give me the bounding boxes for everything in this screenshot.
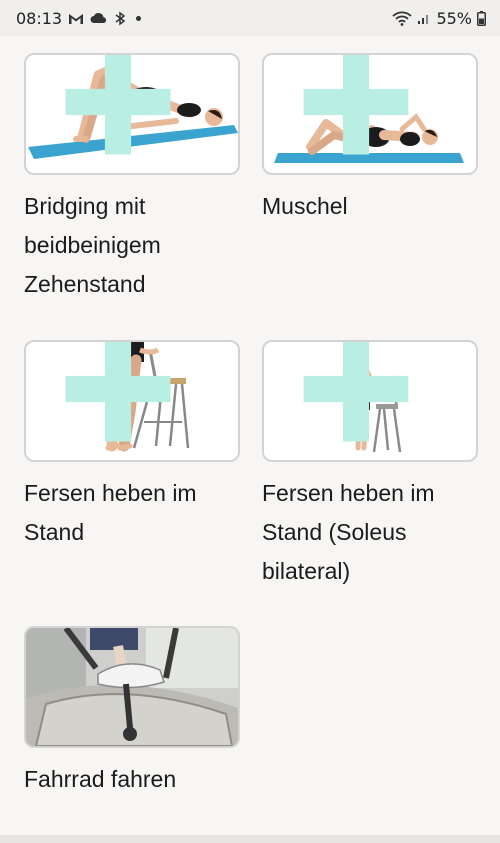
- exercise-card-bridging[interactable]: Bridging mit beidbeinigem Zehenstand: [24, 53, 240, 304]
- heel-raise-exercise-image[interactable]: [24, 340, 240, 462]
- bottom-edge: [0, 835, 500, 843]
- exercise-title[interactable]: Fersen heben im Stand: [24, 474, 254, 552]
- exercise-title[interactable]: Bridging mit beidbeinigem Zehenstand: [24, 187, 254, 304]
- add-plus-icon[interactable]: [24, 340, 224, 448]
- exercise-card-heel-raise-soleus[interactable]: Fersen heben im Stand (Soleus bilateral): [262, 340, 478, 591]
- add-plus-icon[interactable]: [24, 53, 224, 161]
- exercise-card-cycling[interactable]: Fahrrad fahren: [24, 626, 240, 799]
- clamshell-exercise-image[interactable]: [262, 53, 478, 175]
- exercise-card-muschel[interactable]: Muschel: [262, 53, 478, 226]
- exercise-title[interactable]: Fersen heben im Stand (Soleus bilateral): [262, 474, 492, 591]
- gmail-icon: [68, 12, 84, 25]
- cloud-icon: [90, 12, 108, 24]
- wifi-icon: [392, 11, 413, 26]
- notification-dot: [136, 15, 142, 21]
- signal-icon: [417, 11, 431, 25]
- exercise-title[interactable]: Fahrrad fahren: [24, 760, 254, 799]
- battery-icon: [477, 10, 486, 26]
- status-time: 08:13: [16, 8, 63, 28]
- add-plus-icon[interactable]: [262, 340, 462, 448]
- bridging-exercise-image[interactable]: [24, 53, 240, 175]
- bluetooth-icon: [114, 11, 126, 26]
- exercise-title[interactable]: Muschel: [262, 187, 492, 226]
- heel-raise-soleus-exercise-image[interactable]: [262, 340, 478, 462]
- cycling-exercise-image[interactable]: [24, 626, 240, 748]
- add-plus-icon[interactable]: [262, 53, 462, 161]
- battery-percent: 55%: [436, 8, 472, 28]
- exercise-card-heel-raise[interactable]: Fersen heben im Stand: [24, 340, 240, 552]
- status-bar: 08:13 55%: [0, 0, 500, 36]
